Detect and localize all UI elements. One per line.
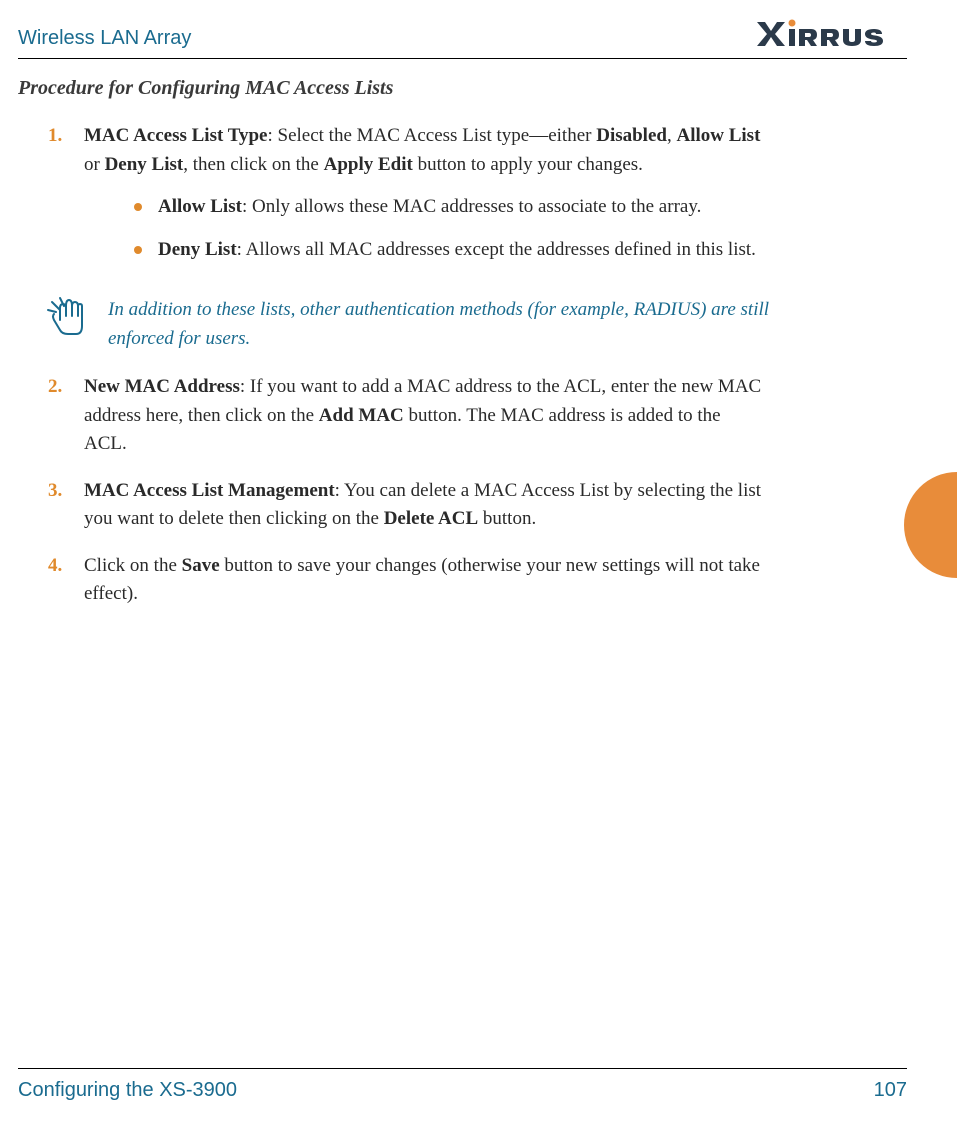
list-body: MAC Access List Management: You can dele… <box>84 477 762 534</box>
decorative-tab-icon <box>904 472 957 578</box>
list-body: New MAC Address: If you want to add a MA… <box>84 373 762 459</box>
page-header: Wireless LAN Array <box>18 18 907 59</box>
note-callout: In addition to these lists, other authen… <box>46 296 907 353</box>
page-number: 107 <box>874 1079 907 1102</box>
list-number: 1. <box>48 122 70 278</box>
list-item-1: 1. MAC Access List Type: Select the MAC … <box>48 122 762 278</box>
section-title: Procedure for Configuring MAC Access Lis… <box>18 77 907 100</box>
list-body: Click on the Save button to save your ch… <box>84 552 762 609</box>
list-body: MAC Access List Type: Select the MAC Acc… <box>84 122 762 278</box>
list-number: 2. <box>48 373 70 459</box>
header-title: Wireless LAN Array <box>18 27 191 50</box>
list-number: 3. <box>48 477 70 534</box>
note-text: In addition to these lists, other authen… <box>108 296 777 353</box>
footer-section: Configuring the XS-3900 <box>18 1079 237 1102</box>
list-item-3: 3. MAC Access List Management: You can d… <box>48 477 762 534</box>
content-area-2: 2. New MAC Address: If you want to add a… <box>18 373 907 609</box>
list-item-2: 2. New MAC Address: If you want to add a… <box>48 373 762 459</box>
content-area: 1. MAC Access List Type: Select the MAC … <box>18 122 907 278</box>
sub-list: Allow List: Only allows these MAC addres… <box>84 193 762 264</box>
brand-logo <box>757 18 907 50</box>
note-hand-icon <box>46 294 90 345</box>
sub-item: Allow List: Only allows these MAC addres… <box>134 193 762 222</box>
bullet-icon <box>134 246 142 254</box>
bullet-icon <box>134 203 142 211</box>
sub-item: Deny List: Allows all MAC addresses exce… <box>134 236 762 265</box>
page-footer: Configuring the XS-3900 107 <box>18 1068 907 1102</box>
list-item-4: 4. Click on the Save button to save your… <box>48 552 762 609</box>
xirrus-logo-icon <box>757 18 907 50</box>
list-number: 4. <box>48 552 70 609</box>
